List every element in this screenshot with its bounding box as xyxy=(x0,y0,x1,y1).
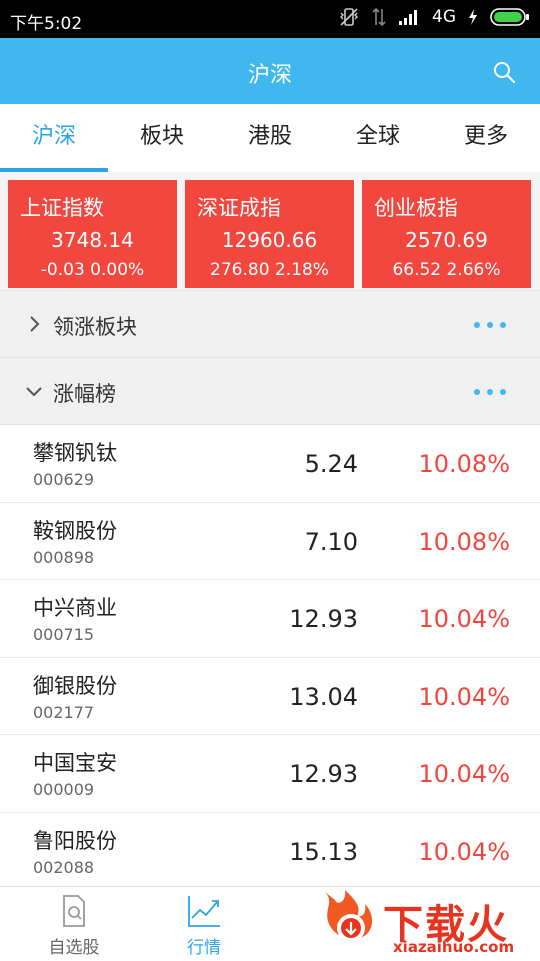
index-change: 66.52 2.66% xyxy=(392,260,501,280)
app-bar: 沪深 xyxy=(0,38,540,104)
stock-price: 12.93 xyxy=(289,760,358,788)
table-row[interactable]: 攀钢钒钛 000629 5.24 10.08% xyxy=(0,425,540,503)
index-card-chinext[interactable]: 创业板指 2570.69 66.52 2.66% xyxy=(362,180,531,288)
stock-code: 002177 xyxy=(33,702,95,722)
chevron-down-icon xyxy=(26,387,42,397)
stock-price: 5.24 xyxy=(304,450,358,478)
stock-code: 000009 xyxy=(33,780,95,799)
tab-global[interactable]: 全球 xyxy=(324,104,432,172)
stock-change-pct: 10.08% xyxy=(418,450,510,478)
stock-change-pct: 10.04% xyxy=(418,837,510,866)
page-title: 沪深 xyxy=(247,63,292,88)
index-change: -0.03 0.00% xyxy=(40,260,145,280)
tab-hushen[interactable]: 沪深 xyxy=(0,104,108,172)
battery-icon xyxy=(490,8,529,26)
nav-label: 行情 xyxy=(187,938,221,958)
stock-change-pct: 10.04% xyxy=(418,682,510,711)
status-bar: 下午5:02 4G xyxy=(0,0,540,38)
stock-change-pct: 10.04% xyxy=(418,760,510,788)
tab-hk-stocks[interactable]: 港股 xyxy=(216,104,324,172)
gainers-list: 攀钢钒钛 000629 5.24 10.08% 鞍钢股份 000898 7.10… xyxy=(0,425,540,890)
tab-more[interactable]: 更多 xyxy=(432,104,540,172)
more-dots-icon[interactable] xyxy=(474,389,506,395)
tab-sectors[interactable]: 板块 xyxy=(108,104,216,172)
index-card-shanghai[interactable]: 上证指数 3748.14 -0.03 0.00% xyxy=(8,180,177,288)
stock-change-pct: 10.08% xyxy=(418,527,510,556)
stock-name: 中兴商业 xyxy=(33,596,117,620)
stock-price: 12.93 xyxy=(289,605,358,633)
table-row[interactable]: 御银股份 002177 13.04 10.04% xyxy=(0,657,540,735)
nav-label: 自选股 xyxy=(48,938,100,958)
stock-code: 000629 xyxy=(33,470,95,489)
vibrate-icon xyxy=(340,8,358,26)
stock-name: 中国宝安 xyxy=(33,751,117,775)
nav-item-watchlist[interactable]: 自选股 xyxy=(20,887,128,961)
watermark-logo: 下载火 xiazaihuo.com xyxy=(315,888,540,960)
section-leading-sectors[interactable]: 领涨板块 xyxy=(0,290,540,358)
watchlist-icon xyxy=(63,895,85,927)
signal-icon xyxy=(399,10,417,25)
market-chart-icon xyxy=(188,896,220,927)
stock-price: 13.04 xyxy=(289,682,358,711)
more-dots-icon[interactable] xyxy=(474,322,506,328)
stock-name: 鞍钢股份 xyxy=(33,518,117,543)
index-value: 3748.14 xyxy=(51,228,134,252)
watermark-url: xiazaihuo.com xyxy=(393,938,515,956)
index-value: 12960.66 xyxy=(221,228,318,252)
table-row[interactable]: 中国宝安 000009 12.93 10.04% xyxy=(0,735,540,813)
nav-item-market[interactable]: 行情 xyxy=(150,887,258,961)
stock-code: 002088 xyxy=(33,857,95,877)
table-row[interactable]: 鞍钢股份 000898 7.10 10.08% xyxy=(0,502,540,580)
flame-logo-icon xyxy=(325,890,373,942)
data-transfer-icon xyxy=(372,7,386,27)
index-name: 上证指数 xyxy=(20,196,104,220)
network-type: 4G xyxy=(432,7,456,27)
stock-name: 攀钢钒钛 xyxy=(33,441,117,465)
status-time: 下午5:02 xyxy=(10,14,83,34)
section-gainers[interactable]: 涨幅榜 xyxy=(0,357,540,425)
stock-code: 000898 xyxy=(33,547,95,567)
index-card-shenzhen[interactable]: 深证成指 12960.66 276.80 2.18% xyxy=(185,180,354,288)
stock-name: 御银股份 xyxy=(33,673,117,698)
section-label: 涨幅榜 xyxy=(53,382,116,406)
stock-name: 鲁阳股份 xyxy=(33,828,117,853)
search-icon[interactable] xyxy=(492,60,516,84)
index-change: 276.80 2.18% xyxy=(210,260,329,280)
stock-code: 000715 xyxy=(33,625,95,644)
section-label: 领涨板块 xyxy=(53,315,137,339)
table-row[interactable]: 鲁阳股份 002088 15.13 10.04% xyxy=(0,812,540,890)
stock-price: 15.13 xyxy=(289,837,358,866)
market-tabs: 沪深 板块 港股 全球 更多 xyxy=(0,104,540,173)
index-value: 2570.69 xyxy=(405,228,488,252)
charging-icon xyxy=(469,9,477,25)
index-name: 深证成指 xyxy=(197,196,281,220)
stock-change-pct: 10.04% xyxy=(418,605,510,633)
index-cards: 上证指数 3748.14 -0.03 0.00% 深证成指 12960.66 2… xyxy=(0,172,540,290)
stock-price: 7.10 xyxy=(304,527,358,556)
index-name: 创业板指 xyxy=(374,196,458,220)
status-icons: 4G xyxy=(338,6,530,28)
table-row[interactable]: 中兴商业 000715 12.93 10.04% xyxy=(0,580,540,658)
chevron-right-icon xyxy=(30,316,40,332)
